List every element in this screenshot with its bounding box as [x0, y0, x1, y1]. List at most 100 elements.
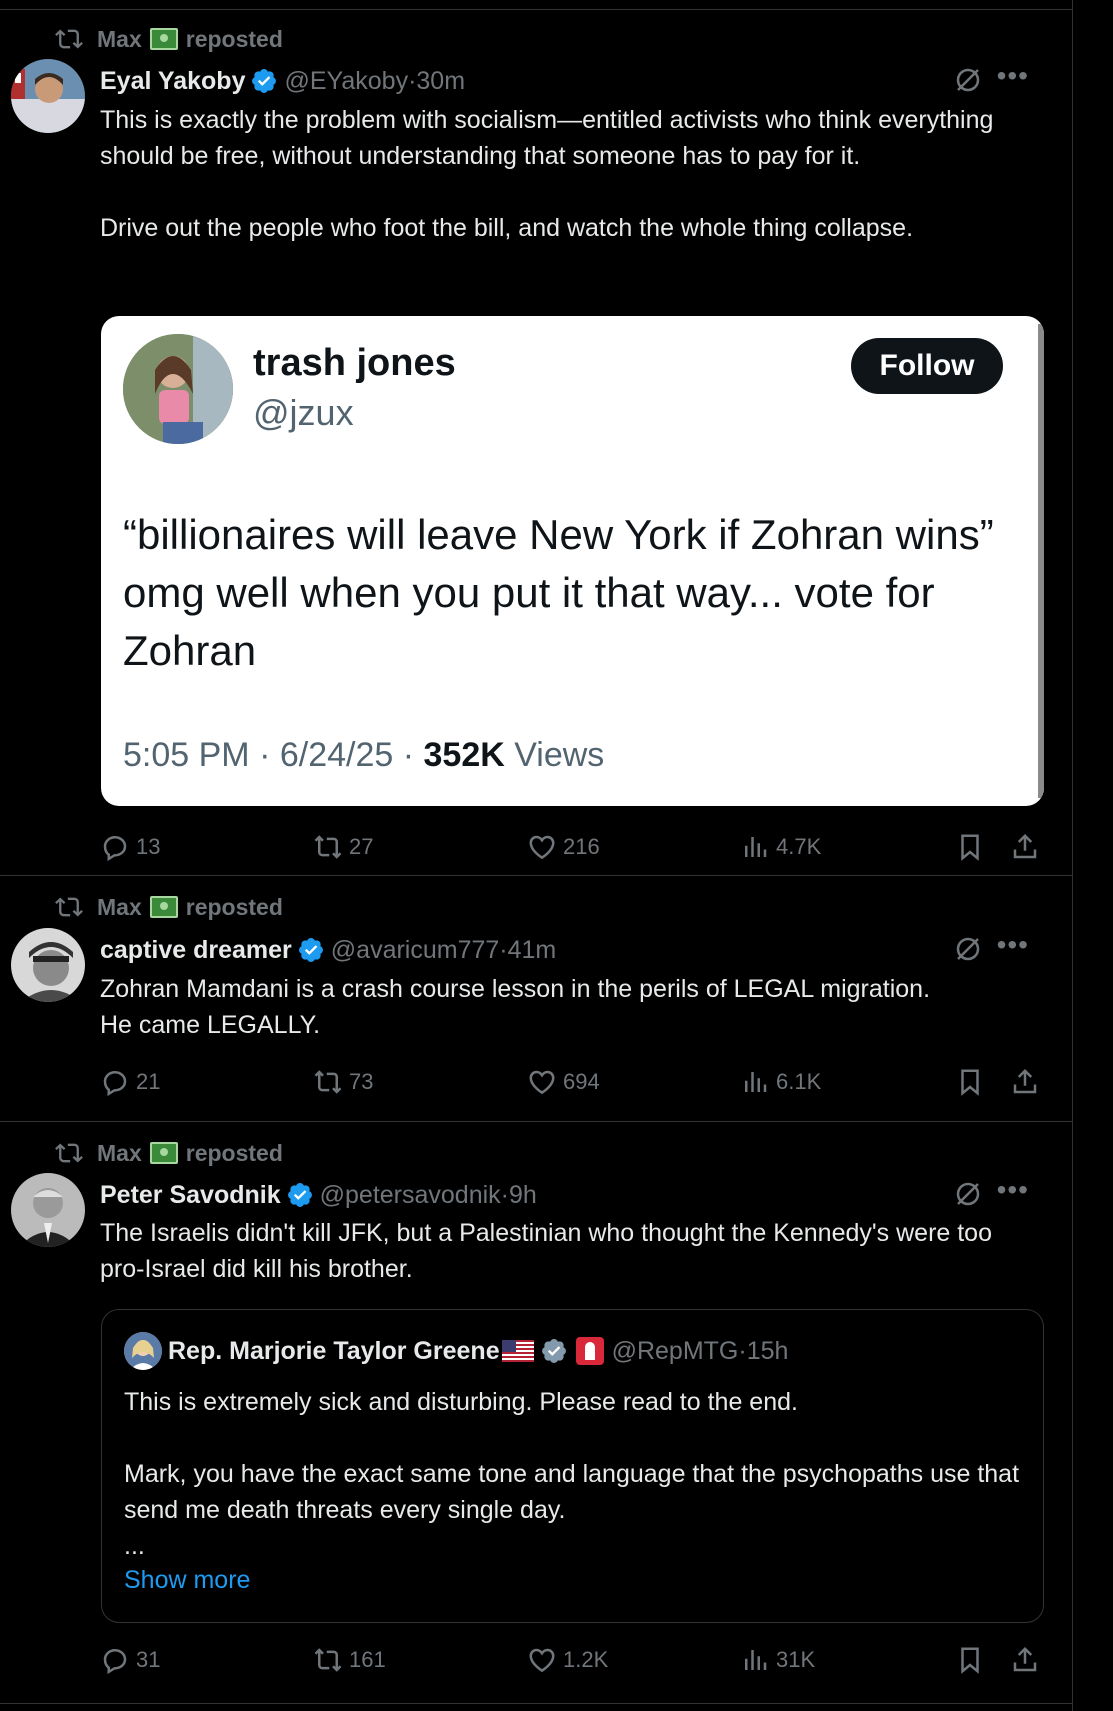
money-emoji-icon [149, 28, 178, 50]
author-handle[interactable]: @avaricum777 [331, 936, 500, 965]
reply-button[interactable]: 13 [100, 829, 160, 865]
repost-icon [314, 835, 342, 859]
post-time[interactable]: 9h [509, 1181, 537, 1210]
reposted-label: reposted [185, 893, 283, 920]
quoted-time: 15h [746, 1336, 789, 1365]
reply-count: 21 [136, 1069, 161, 1094]
more-icon[interactable]: ••• [997, 62, 1029, 90]
separator: · [500, 1180, 509, 1209]
repost-icon [314, 1648, 342, 1672]
post[interactable]: Max reposted Eyal Yakoby @EYakoby · 30m … [0, 10, 1073, 876]
quoted-text: This is extremely sick and disturbing. P… [124, 1388, 1020, 1560]
more-icon[interactable]: ••• [997, 931, 1029, 959]
reply-icon [103, 1070, 127, 1097]
avatar[interactable] [11, 1173, 85, 1247]
author-handle[interactable]: @petersavodnik [320, 1181, 501, 1210]
quoted-header: Rep. Marjorie Taylor Greene @RepMTG · 15… [124, 1332, 788, 1370]
repost-button[interactable]: 73 [313, 1064, 373, 1100]
reposter-name[interactable]: Max [97, 1140, 142, 1167]
action-bar: 21 73 694 6.1K [100, 1064, 1045, 1100]
separator: · [738, 1336, 747, 1365]
like-button[interactable]: 694 [527, 1064, 600, 1100]
page-margin [1074, 0, 1113, 1711]
post-time[interactable]: 30m [416, 67, 465, 96]
repost-icon [55, 1143, 83, 1163]
repost-indicator: Max reposted [55, 892, 283, 922]
reposted-label: reposted [185, 25, 283, 52]
quoted-post[interactable]: Rep. Marjorie Taylor Greene @RepMTG · 15… [101, 1309, 1044, 1623]
like-icon [529, 1070, 555, 1095]
views-icon [745, 1072, 767, 1092]
quoted-time: 5:05 PM · 6/24/25 · [123, 736, 424, 774]
views-icon [745, 837, 767, 857]
reposter-name[interactable]: Max [97, 26, 142, 53]
reposted-label: reposted [185, 1139, 283, 1166]
views-button[interactable]: 4.7K [740, 829, 821, 865]
post-header: Peter Savodnik @petersavodnik · 9h [100, 1178, 537, 1212]
author-name[interactable]: captive dreamer [100, 936, 292, 965]
post-time[interactable]: 41m [508, 936, 557, 965]
reposter-name[interactable]: Max [97, 894, 142, 921]
separator: · [499, 935, 508, 964]
us-flag-icon [501, 1340, 534, 1362]
share-icon [1013, 1646, 1037, 1672]
quoted-post-image[interactable]: trash jones @jzux Follow “billionaires w… [101, 316, 1044, 806]
views-button[interactable]: 6.1K [740, 1064, 821, 1100]
share-button[interactable] [1010, 829, 1046, 865]
like-count: 1.2K [563, 1647, 609, 1672]
repost-icon [55, 29, 83, 49]
reply-icon [103, 835, 127, 862]
author-name[interactable]: Eyal Yakoby [100, 67, 245, 96]
share-button[interactable] [1010, 1642, 1046, 1678]
views-icon [745, 1650, 767, 1670]
repost-count: 161 [349, 1647, 386, 1672]
grok-icon[interactable] [953, 65, 983, 95]
like-count: 694 [563, 1069, 600, 1094]
post[interactable]: Max reposted captive dreamer @avaricum77… [0, 876, 1073, 1122]
post-header: Eyal Yakoby @EYakoby · 30m [100, 64, 465, 98]
grok-icon[interactable] [953, 934, 983, 964]
post-text: The Israelis didn't kill JFK, but a Pale… [100, 1219, 999, 1283]
show-more-link[interactable]: Show more [124, 1566, 250, 1595]
quoted-author-name: trash jones [253, 342, 456, 384]
action-bar: 13 27 216 4.7K [100, 829, 1045, 865]
repost-indicator: Max reposted [55, 1138, 283, 1168]
like-icon [529, 1648, 555, 1673]
reply-button[interactable]: 21 [100, 1064, 160, 1100]
quoted-author-name[interactable]: Rep. Marjorie Taylor Greene [168, 1337, 500, 1366]
repost-count: 73 [349, 1069, 374, 1094]
more-icon[interactable]: ••• [997, 1176, 1029, 1204]
bookmark-icon [961, 1069, 979, 1096]
quoted-text: “billionaires will leave New York if Zoh… [123, 511, 994, 674]
views-count: 31K [776, 1647, 816, 1672]
bookmark-button[interactable] [955, 829, 991, 865]
like-button[interactable]: 216 [527, 829, 600, 865]
avatar[interactable] [11, 59, 85, 133]
reply-count: 13 [136, 834, 161, 859]
repost-indicator: Max reposted [55, 24, 283, 54]
bookmark-button[interactable] [955, 1064, 991, 1100]
share-button[interactable] [1010, 1064, 1046, 1100]
bookmark-icon [961, 834, 979, 861]
views-button[interactable]: 31K [740, 1642, 815, 1678]
bookmark-button[interactable] [955, 1642, 991, 1678]
reply-button[interactable]: 31 [100, 1642, 160, 1678]
quoted-meta: 5:05 PM · 6/24/25 · 352K Views [123, 736, 604, 775]
avatar [123, 334, 233, 444]
author-name[interactable]: Peter Savodnik [100, 1181, 281, 1210]
repost-button[interactable]: 27 [313, 829, 373, 865]
like-icon [529, 835, 555, 860]
affiliation-badge-icon [575, 1337, 604, 1365]
repost-button[interactable]: 161 [313, 1642, 386, 1678]
timeline: Max reposted Eyal Yakoby @EYakoby · 30m … [0, 0, 1073, 1711]
post-text: This is exactly the problem with sociali… [100, 106, 994, 242]
verified-icon [298, 938, 323, 962]
action-bar: 31 161 1.2K 31K [100, 1642, 1045, 1678]
quoted-author-handle: @jzux [253, 392, 354, 433]
quoted-views-label: Views [504, 736, 605, 774]
avatar[interactable] [11, 928, 85, 1002]
like-button[interactable]: 1.2K [527, 1642, 608, 1678]
grok-icon[interactable] [953, 1179, 983, 1209]
author-handle[interactable]: @EYakoby [284, 67, 408, 96]
separator: · [408, 66, 417, 95]
